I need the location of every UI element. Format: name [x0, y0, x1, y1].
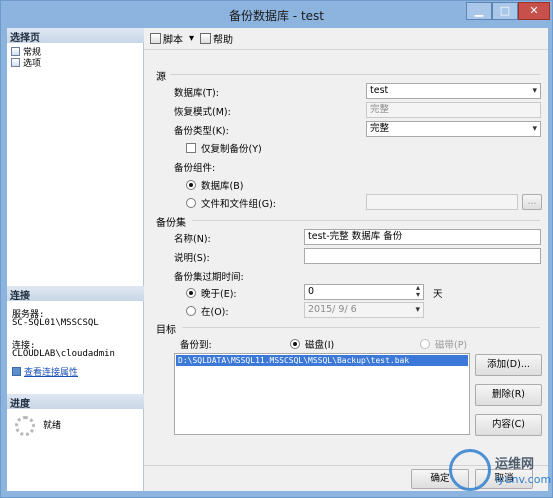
chevron-down-icon: ▾: [189, 33, 195, 44]
add-destination-button[interactable]: 添加(D)...: [475, 354, 542, 376]
backup-type-select[interactable]: 完整 ▾: [366, 121, 541, 137]
component-database-radio[interactable]: [186, 180, 196, 190]
database-label: 数据库(T):: [174, 88, 219, 99]
destination-divider: [182, 327, 540, 328]
database-select[interactable]: test ▾: [366, 83, 541, 99]
expire-on-value: 2015/ 9/ 6: [308, 304, 357, 315]
recovery-model-field: 完整: [366, 102, 541, 118]
script-label: 脚本: [163, 35, 183, 46]
expire-after-stepper[interactable]: 0 ▴ ▾: [304, 284, 424, 300]
source-divider: [170, 74, 540, 75]
page-item-options[interactable]: 选项: [11, 56, 41, 69]
select-page-header: 选择页: [7, 28, 144, 44]
backup-type-label: 备份类型(K):: [174, 126, 229, 137]
progress-header: 进度: [7, 394, 144, 410]
description-label: 说明(S):: [174, 253, 210, 264]
ok-button[interactable]: 确定: [411, 469, 469, 489]
dialog-window: 备份数据库 - test ▁ □ ✕ 选择页 常规 选项 连接 服务器: SC-…: [0, 0, 553, 498]
destination-section-title: 目标: [156, 325, 176, 336]
progress-status: 就绪: [43, 421, 62, 431]
help-icon: [200, 33, 212, 44]
maximize-button[interactable]: □: [492, 2, 518, 20]
chevron-down-icon: ▾: [532, 86, 537, 96]
remove-destination-button[interactable]: 删除(R): [475, 384, 542, 406]
chevron-down-icon: ▾: [532, 124, 537, 134]
database-value: test: [370, 85, 389, 96]
dialog-client: 选择页 常规 选项 连接 服务器: SC-SQL01\MSSCSQL 连接: C…: [7, 28, 548, 491]
chevron-down-icon: ▾: [415, 305, 420, 315]
component-files-label: 文件和文件组(G):: [201, 199, 276, 210]
backup-to-label: 备份到:: [180, 340, 212, 351]
left-pane: 选择页 常规 选项 连接 服务器: SC-SQL01\MSSCSQL 连接: C…: [7, 28, 144, 491]
view-connection-properties-link[interactable]: 查看连接属性: [12, 365, 78, 378]
backup-set-section-title: 备份集: [156, 218, 186, 229]
backup-set-divider: [192, 220, 540, 221]
title-bar[interactable]: 备份数据库 - test ▁ □ ✕: [1, 1, 552, 28]
toolbar: 脚本 ▾ 帮助: [144, 28, 548, 50]
disk-radio[interactable]: [290, 339, 300, 349]
help-label: 帮助: [213, 35, 234, 46]
name-label: 名称(N):: [174, 234, 211, 245]
disk-label: 磁盘(I): [305, 340, 335, 351]
description-input[interactable]: [304, 248, 541, 264]
expire-after-label: 晚于(E):: [201, 289, 237, 300]
destination-list[interactable]: D:\SQLDATA\MSSQL11.MSSCSQL\MSSQL\Backup\…: [174, 353, 470, 435]
backup-component-label: 备份组件:: [174, 163, 216, 174]
connection-value: CLOUDLAB\cloudadmin: [12, 349, 115, 359]
expire-after-value: 0: [308, 286, 315, 297]
page-icon: [11, 58, 20, 67]
close-icon: ✕: [529, 4, 539, 17]
expire-on-label: 在(O):: [201, 307, 229, 318]
close-button[interactable]: ✕: [518, 2, 550, 20]
tape-radio: [420, 339, 430, 349]
expire-after-radio[interactable]: [186, 288, 196, 298]
right-pane: 脚本 ▾ 帮助 源 数据库(T): test ▾ 恢复模式(M): 完整 备份类型…: [144, 28, 548, 491]
browse-filegroup-button[interactable]: ...: [522, 194, 542, 210]
tape-label: 磁带(P): [435, 340, 468, 351]
filegroup-field: [366, 194, 518, 210]
recovery-model-label: 恢复模式(M):: [174, 107, 231, 118]
script-dropdown[interactable]: ▾: [189, 33, 194, 44]
copy-only-label: 仅复制备份(Y): [201, 144, 262, 155]
copy-only-checkbox[interactable]: [186, 143, 196, 153]
help-button[interactable]: 帮助: [200, 31, 233, 46]
component-database-label: 数据库(B): [201, 181, 244, 192]
expire-on-date: 2015/ 9/ 6 ▾: [304, 302, 424, 318]
server-value: SC-SQL01\MSSCSQL: [12, 318, 99, 328]
expire-label: 备份集过期时间:: [174, 272, 244, 283]
link-label: 查看连接属性: [24, 368, 79, 378]
contents-button[interactable]: 内容(C): [475, 414, 542, 436]
page-icon: [11, 47, 20, 56]
progress-spinner-icon: [15, 416, 35, 436]
cancel-button[interactable]: 取消: [475, 469, 533, 489]
minimize-icon: ▁: [474, 4, 484, 17]
expire-on-radio[interactable]: [186, 306, 196, 316]
stepper-arrows-icon: ▴ ▾: [415, 284, 420, 299]
destination-list-item[interactable]: D:\SQLDATA\MSSQL11.MSSCSQL\MSSQL\Backup\…: [176, 355, 468, 366]
name-input[interactable]: test-完整 数据库 备份: [304, 229, 541, 245]
script-button[interactable]: 脚本: [150, 31, 183, 46]
connection-header: 连接: [7, 286, 144, 302]
backup-type-value: 完整: [370, 123, 390, 134]
maximize-icon: □: [499, 4, 511, 17]
script-icon: [150, 33, 161, 44]
dialog-footer: 确定 取消: [144, 465, 548, 491]
source-section-title: 源: [156, 72, 166, 83]
page-label: 选项: [23, 59, 42, 69]
minimize-button[interactable]: ▁: [466, 2, 492, 20]
properties-icon: [12, 367, 21, 376]
component-files-radio[interactable]: [186, 198, 196, 208]
expire-after-unit: 天: [433, 289, 443, 300]
